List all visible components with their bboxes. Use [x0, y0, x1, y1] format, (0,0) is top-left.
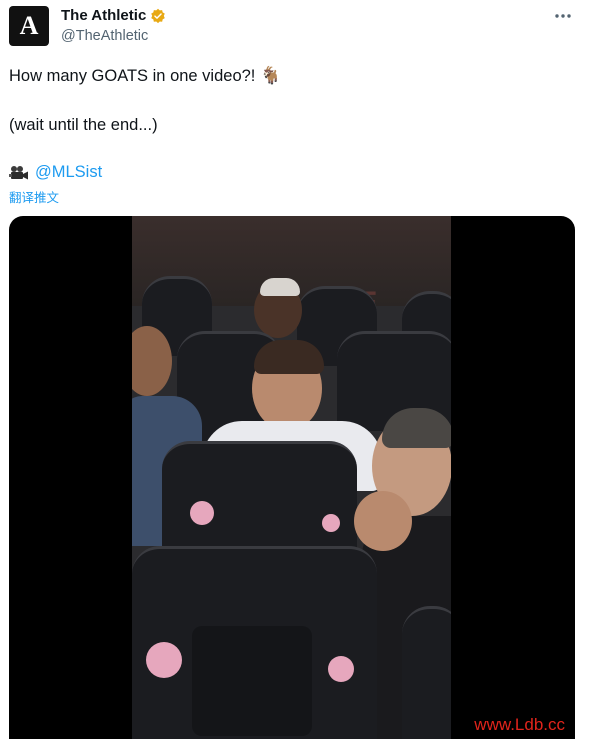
video-media[interactable]: TE: [9, 216, 575, 739]
video-seat-backrest: [192, 626, 312, 736]
video-seat-logo: [328, 656, 354, 682]
video-person-right-hand: [354, 491, 412, 551]
video-seat: [402, 606, 451, 739]
video-frame[interactable]: TE: [132, 216, 451, 739]
tweet-text-line-1: How many GOATS in one video?! 🐐: [9, 66, 281, 86]
avatar[interactable]: A: [9, 6, 49, 46]
watermark: www.Ldb.cc: [474, 715, 565, 734]
mention-link[interactable]: @MLSist: [35, 163, 102, 182]
video-person-center-hair: [254, 340, 324, 374]
display-name[interactable]: The Athletic: [61, 7, 146, 24]
goat-emoji-icon: 🐐: [259, 66, 282, 85]
movie-camera-icon: [9, 165, 29, 181]
tweet: A The Athletic @TheAthletic How many GOA…: [0, 0, 592, 739]
handle[interactable]: @TheAthletic: [61, 28, 148, 44]
author-name-row: The Athletic: [61, 7, 166, 24]
video-seat-logo: [146, 642, 182, 678]
translate-tweet-link[interactable]: 翻译推文: [9, 187, 59, 206]
tweet-credit-line: @MLSist: [9, 163, 102, 182]
more-options-icon[interactable]: [552, 6, 574, 26]
tweet-text-line-2: (wait until the end...): [9, 116, 158, 134]
video-seat-logo: [322, 514, 340, 532]
tweet-question: How many GOATS in one video?!: [9, 67, 256, 85]
verified-badge-icon: [150, 8, 166, 24]
video-seat-logo: [190, 501, 214, 525]
video-person-hair: [260, 278, 300, 296]
avatar-logo: A: [19, 11, 39, 40]
